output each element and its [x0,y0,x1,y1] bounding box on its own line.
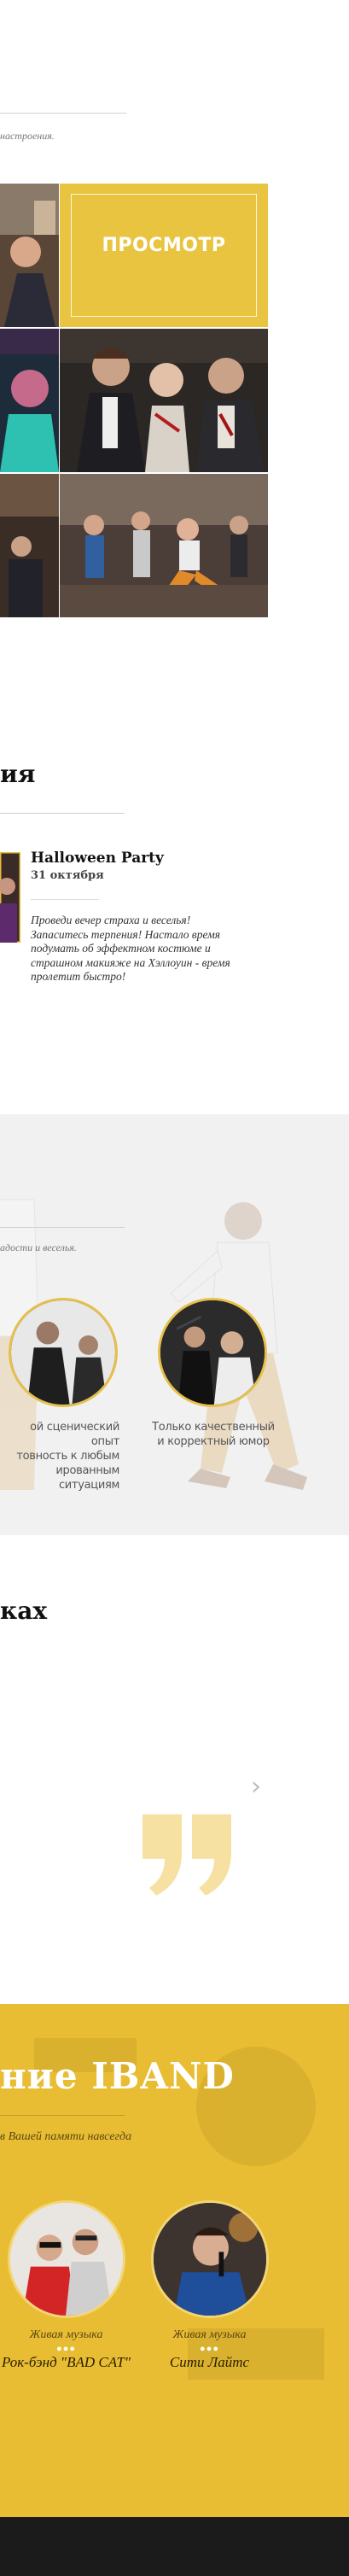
gallery-view-tile[interactable]: ПРОСМОТР [60,184,268,327]
event-text-line: Проведи вечер страха и веселья! [31,914,191,926]
benefits-subtitle: адости и веселья. [0,1241,77,1253]
artists-title: ние IBAND [0,2055,235,2097]
events-title: ия [0,760,36,788]
artists-subtitle: в Вашей памяти навсегда [0,2130,132,2143]
view-button[interactable]: ПРОСМОТР [60,235,268,256]
artist-name[interactable]: Сити Лайтс [143,2354,276,2371]
artists-section: ние IBAND в Вашей памяти навсегда Живая … [0,2004,349,2517]
benefit-image-humor [158,1298,267,1407]
gallery-tagline: настроения. [0,130,55,142]
artist-genre: Живая музыка [172,2328,247,2341]
benefit-text-line: ой сценический опыт [30,1421,119,1448]
event-text-line: подумать об эффектном костюме и [31,942,211,955]
gallery-photo-halloween-guests[interactable] [60,329,268,472]
event-thumbnail[interactable] [0,852,20,943]
quote-icon [143,1814,231,1895]
benefit-text-line: Только качественный [152,1421,275,1434]
benefits-section: адости и веселья. ой сценический опыт то… [0,1114,349,1535]
gallery-divider [0,113,126,114]
artists-divider [0,2115,125,2116]
event-text-line: Запаситесь терпения! Настало время [31,927,221,941]
event-date: 31 октября [31,869,104,882]
artist-photo-bad-cat[interactable] [8,2200,125,2318]
gallery-photo-dancing[interactable] [60,474,268,617]
next-review-arrow[interactable]: › [251,1772,261,1802]
gallery-photo[interactable] [0,474,59,617]
artist-genre: Живая музыка [29,2328,103,2341]
benefit-image-experience [9,1298,118,1407]
benefit-text-line: товность к любым [16,1450,119,1463]
benefit-text-humor: Только качественный и корректный юмор [149,1420,277,1449]
artist-name[interactable]: Рок-бэнд "BAD CAT" [0,2354,132,2371]
reviews-title: ках [0,1597,48,1625]
event-divider [31,899,99,900]
gallery-photo[interactable] [0,184,59,327]
benefit-text-experience: ой сценический опыт товность к любым иро… [0,1420,119,1492]
benefits-divider [0,1227,125,1228]
event-text-line: пролетит быстро! [31,970,126,983]
benefit-text-line: ированным ситуациям [55,1464,119,1492]
event-text-line: страшном макияже на Хэллоуин - время [31,955,230,969]
gallery-photo[interactable] [0,329,59,472]
event-title[interactable]: Halloween Party [31,850,164,867]
benefit-text-line: и корректный юмор [157,1435,270,1448]
event-description: Проведи вечер страха и веселья! Запасите… [31,914,270,984]
artist-photo-city-lights[interactable] [151,2200,269,2318]
artist-dots: ●●● [56,2344,76,2354]
footer-strip [0,2517,349,2576]
events-divider [0,813,125,814]
artist-dots: ●●● [200,2344,219,2354]
